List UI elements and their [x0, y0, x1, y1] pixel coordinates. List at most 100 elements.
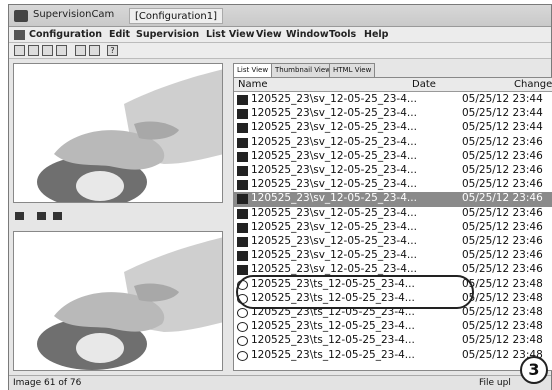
- camera-icon: [237, 123, 248, 134]
- row-date: 05/25/12 23:46: [462, 149, 543, 162]
- table-row[interactable]: 120525_23\sv_12-05-25_23-4... 05/25/12 23…: [234, 249, 552, 263]
- camera-icon: [237, 194, 248, 205]
- cut-icon[interactable]: [75, 45, 86, 56]
- status-file-upload: File upl: [479, 378, 511, 388]
- row-name: 120525_23\sv_12-05-25_23-4...: [251, 178, 417, 191]
- row-name: 120525_23\ts_12-05-25_23-4...: [251, 334, 415, 347]
- row-name: 120525_23\sv_12-05-25_23-4...: [251, 263, 417, 276]
- row-date: 05/25/12 23:48: [462, 277, 543, 290]
- menu-app-icon[interactable]: [14, 30, 25, 40]
- column-date[interactable]: Date: [412, 79, 436, 90]
- column-changed[interactable]: Changed: [514, 79, 552, 90]
- row-date: 05/25/12 23:46: [462, 220, 543, 233]
- table-row[interactable]: 120525_23\ts_12-05-25_23-4... 05/25/12 23…: [234, 334, 552, 348]
- menu-view[interactable]: View: [256, 29, 282, 40]
- row-date: 05/25/12 23:44: [462, 121, 543, 134]
- snapshot-icon[interactable]: [37, 212, 46, 220]
- camera-icon: [237, 251, 248, 262]
- camera-icon: [237, 151, 248, 162]
- camera-icon: [237, 208, 248, 219]
- new-icon[interactable]: [14, 45, 25, 56]
- status-image-count: Image 61 of 76: [13, 378, 82, 388]
- print-icon[interactable]: [89, 45, 100, 56]
- table-row[interactable]: 120525_23\sv_12-05-25_23-4... 05/25/12 23…: [234, 121, 552, 135]
- camera-icon: [237, 95, 248, 105]
- row-name: 120525_23\sv_12-05-25_23-4...: [251, 220, 417, 233]
- row-date: 05/25/12 23:48: [462, 334, 543, 347]
- help-icon[interactable]: ?: [107, 45, 118, 56]
- table-row[interactable]: 120525_23\sv_12-05-25_23-4... 05/25/12 23…: [234, 192, 552, 207]
- menu-list-view[interactable]: List View: [206, 29, 254, 40]
- save-icon[interactable]: [42, 45, 53, 56]
- camera-icon: [237, 109, 248, 120]
- menu-window[interactable]: Window: [286, 29, 329, 40]
- row-date: 05/25/12 23:46: [462, 135, 543, 148]
- column-name[interactable]: Name: [238, 79, 268, 90]
- app-title: SupervisionCam: [33, 9, 115, 20]
- row-name: 120525_23\sv_12-05-25_23-4...: [251, 249, 417, 262]
- file-list: Name Date Changed 120525_23\sv_12-05-25_…: [233, 77, 552, 371]
- open-icon[interactable]: [28, 45, 39, 56]
- menu-supervision[interactable]: Supervision: [136, 29, 199, 40]
- row-date: 05/25/12 23:48: [462, 291, 543, 304]
- row-date: 05/25/12 23:46: [462, 164, 543, 176]
- row-date: 05/25/12 23:44: [462, 93, 543, 105]
- row-name: 120525_23\sv_12-05-25_23-4...: [251, 135, 417, 148]
- table-row[interactable]: 120525_23\sv_12-05-25_23-4... 05/25/12 23…: [234, 235, 552, 249]
- row-name: 120525_23\sv_12-05-25_23-4...: [251, 121, 417, 134]
- row-name: 120525_23\sv_12-05-25_23-4...: [251, 192, 417, 205]
- highlight-circle: [236, 275, 474, 309]
- camera-icon: [237, 265, 248, 276]
- table-row[interactable]: 120525_23\sv_12-05-25_23-4... 05/25/12 23…: [234, 136, 552, 150]
- row-date: 05/25/12 23:46: [462, 206, 543, 219]
- file-panel: List View Thumbnail View HTML View Name …: [227, 63, 552, 371]
- table-row[interactable]: 120525_23\sv_12-05-25_23-4... 05/25/12 23…: [234, 164, 552, 178]
- camera-icon: [237, 166, 248, 176]
- camera-icon: [237, 180, 248, 191]
- menu-configuration[interactable]: Configuration: [29, 29, 102, 40]
- row-name: 120525_23\sv_12-05-25_23-4...: [251, 93, 417, 105]
- table-row[interactable]: 120525_23\ts_12-05-25_23-4... 05/25/12 23…: [234, 320, 552, 334]
- record-icon[interactable]: [53, 212, 62, 220]
- table-row[interactable]: 120525_23\sv_12-05-25_23-4... 05/25/12 23…: [234, 150, 552, 164]
- document-tab[interactable]: [Configuration1]: [129, 8, 223, 24]
- clock-icon: [237, 322, 248, 333]
- table-row[interactable]: 120525_23\sv_12-05-25_23-4... 05/25/12 23…: [234, 107, 552, 121]
- title-bar: SupervisionCam [Configuration1]: [9, 5, 551, 27]
- clock-icon: [237, 308, 248, 318]
- step-badge: 3: [520, 356, 548, 384]
- properties-icon[interactable]: [56, 45, 67, 56]
- app-icon: [14, 10, 28, 22]
- menu-tools[interactable]: Tools: [329, 29, 356, 40]
- table-row[interactable]: 120525_23\sv_12-05-25_23-4... 05/25/12 23…: [234, 221, 552, 235]
- table-row[interactable]: 120525_23\sv_12-05-25_23-4... 05/25/12 23…: [234, 93, 552, 107]
- table-row[interactable]: 120525_23\ts_12-05-25_23-4... 05/25/12 23…: [234, 349, 552, 363]
- row-date: 05/25/12 23:48: [462, 306, 543, 318]
- row-date: 05/25/12 23:46: [462, 263, 543, 276]
- row-date: 05/25/12 23:46: [462, 235, 543, 247]
- table-row[interactable]: 120525_23\sv_12-05-25_23-4... 05/25/12 23…: [234, 178, 552, 192]
- menu-help[interactable]: Help: [364, 29, 388, 40]
- table-row[interactable]: 120525_23\sv_12-05-25_23-4... 05/25/12 23…: [234, 207, 552, 221]
- preview-controls: [13, 209, 223, 223]
- row-date: 05/25/12 23:48: [462, 320, 543, 333]
- tab-list-view[interactable]: List View: [233, 63, 273, 78]
- menu-edit[interactable]: Edit: [109, 29, 130, 40]
- playback-preview: [13, 231, 223, 371]
- tab-thumbnail-view[interactable]: Thumbnail View: [271, 63, 335, 77]
- camera-icon: [237, 237, 248, 247]
- camera-preview: [13, 63, 223, 203]
- row-name: 120525_23\sv_12-05-25_23-4...: [251, 235, 417, 247]
- menu-bar: Configuration Edit Supervision List View…: [9, 27, 551, 43]
- camera-icon[interactable]: [15, 212, 24, 220]
- row-date: 05/25/12 23:46: [462, 192, 543, 205]
- row-date: 05/25/12 23:46: [462, 249, 543, 262]
- row-date: 05/25/12 23:44: [462, 107, 543, 120]
- app-window: SupervisionCam [Configuration1] Configur…: [8, 4, 552, 390]
- row-name: 120525_23\sv_12-05-25_23-4...: [251, 164, 417, 176]
- tab-html-view[interactable]: HTML View: [329, 63, 376, 77]
- camera-icon: [237, 137, 248, 148]
- camera-icon: [237, 222, 248, 233]
- preview-panel: ⏮ ◀ ▶ ⏭ ■ ▷: [13, 63, 223, 390]
- list-header: Name Date Changed: [234, 78, 552, 92]
